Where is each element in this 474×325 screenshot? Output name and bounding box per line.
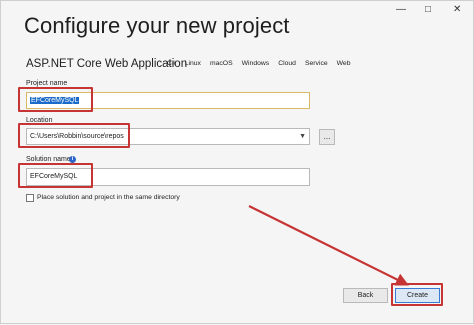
annotation-arrow — [248, 205, 409, 286]
dialog-window: — □ ✕ Configure your new project ASP.NET… — [0, 0, 474, 324]
